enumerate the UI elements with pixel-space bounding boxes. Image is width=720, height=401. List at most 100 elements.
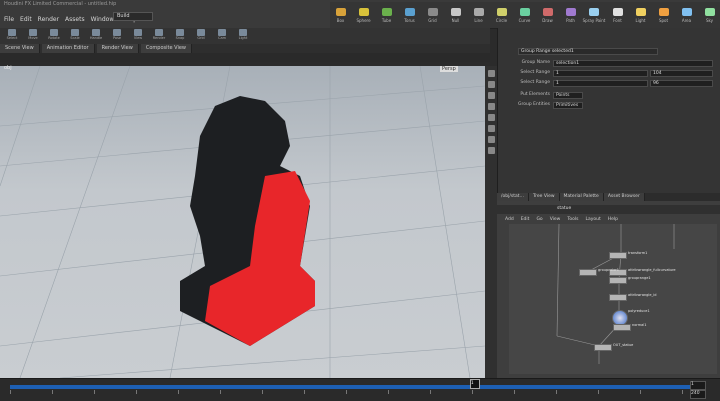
menu-render[interactable]: Render bbox=[38, 16, 59, 23]
shelf-tool-line[interactable]: Line bbox=[468, 2, 489, 28]
net-menu-tools[interactable]: Tools bbox=[567, 217, 578, 222]
tool-select[interactable]: Select bbox=[3, 29, 21, 43]
shelf-tool-sphere[interactable]: Sphere bbox=[353, 2, 374, 28]
node-OUT_statue[interactable] bbox=[594, 344, 612, 351]
tool-pose[interactable]: Pose bbox=[108, 29, 126, 43]
tool-scale[interactable]: Scale bbox=[66, 29, 84, 43]
normals-icon[interactable] bbox=[487, 147, 495, 154]
tab-asset-browser[interactable]: Asset Browser bbox=[603, 193, 645, 201]
shelf-tool-path[interactable]: Path bbox=[560, 2, 581, 28]
param-value[interactable]: selection1 bbox=[553, 60, 713, 67]
tool-row: Select Move Rotate Scale Handle Pose View Rende… bbox=[0, 28, 490, 44]
node-attribwrangle_id[interactable] bbox=[609, 294, 627, 301]
net-menu-layout[interactable]: Layout bbox=[585, 217, 600, 222]
param-value[interactable]: 1 bbox=[553, 80, 648, 87]
shelf-tool-box[interactable]: Box bbox=[330, 2, 351, 28]
net-menu-help[interactable]: Help bbox=[608, 217, 618, 222]
shelf-tool-grid[interactable]: Grid bbox=[422, 2, 443, 28]
node-normal1[interactable] bbox=[613, 324, 631, 331]
grid-icon[interactable] bbox=[487, 114, 495, 121]
net-menu-go[interactable]: Go bbox=[536, 217, 542, 222]
tool-label: Rotate bbox=[48, 36, 60, 40]
shelf-tool-spray-paint[interactable]: Spray Paint bbox=[583, 2, 605, 28]
move-icon bbox=[29, 29, 37, 36]
tool-grid[interactable]: Grid bbox=[192, 29, 210, 43]
tool-label: Light bbox=[238, 36, 248, 40]
param-value-end[interactable]: 96 bbox=[650, 80, 713, 87]
timeline-tick bbox=[598, 390, 599, 394]
shelf-tool-tube[interactable]: Tube bbox=[376, 2, 397, 28]
end-frame-field[interactable]: 240 bbox=[690, 390, 706, 399]
menu-edit[interactable]: Edit bbox=[20, 16, 32, 23]
param-dropdown[interactable]: Points bbox=[553, 92, 583, 99]
node-grouprange1[interactable] bbox=[609, 277, 627, 284]
net-menu-add[interactable]: Add bbox=[505, 217, 514, 222]
param-value-end[interactable]: 104 bbox=[650, 70, 713, 77]
node-groupcolor1[interactable] bbox=[579, 269, 597, 276]
shelf-tool-light[interactable]: Light bbox=[630, 2, 651, 28]
shelf-tool-draw[interactable]: Draw bbox=[537, 2, 558, 28]
null-icon bbox=[450, 7, 461, 16]
tool-move[interactable]: Move bbox=[24, 29, 42, 43]
start-frame-field[interactable]: 1 bbox=[690, 381, 706, 390]
node-label: attribwrangle_fullcurvature bbox=[628, 268, 676, 272]
tab-network[interactable]: /obj/stat… bbox=[497, 193, 530, 201]
shelf-tool-font[interactable]: Font bbox=[607, 2, 628, 28]
shelf-tool-sky[interactable]: Sky bbox=[699, 2, 720, 28]
param-dropdown[interactable]: Primitives bbox=[553, 102, 583, 109]
shelf-tool-spot[interactable]: Spot bbox=[653, 2, 674, 28]
camera-menu[interactable]: Persp bbox=[440, 66, 458, 72]
tab-render-view[interactable]: Render View bbox=[96, 44, 139, 53]
scene-viewport[interactable] bbox=[0, 66, 485, 378]
tab-composite-view[interactable]: Composite View bbox=[140, 44, 192, 53]
net-menu-view[interactable]: View bbox=[550, 217, 561, 222]
tool-view[interactable]: View bbox=[129, 29, 147, 43]
shelf-tool-torus[interactable]: Torus bbox=[399, 2, 420, 28]
menu-file[interactable]: File bbox=[4, 16, 14, 23]
camera-icon[interactable] bbox=[487, 125, 495, 132]
area-icon bbox=[681, 7, 692, 16]
lighting-icon[interactable] bbox=[487, 92, 495, 99]
network-path[interactable]: statue bbox=[557, 206, 571, 211]
node-transform1[interactable] bbox=[609, 252, 627, 259]
tube-icon bbox=[381, 7, 392, 16]
tool-light[interactable]: Light bbox=[234, 29, 252, 43]
tab-scene-view[interactable]: Scene View bbox=[0, 44, 40, 53]
menu-assets[interactable]: Assets bbox=[65, 16, 85, 23]
network-canvas[interactable]: transform1 attribwrangle_fullcurvature gro… bbox=[509, 224, 717, 374]
timeline-tick bbox=[556, 390, 557, 394]
param-label: Select Range bbox=[520, 80, 550, 85]
desktop-select[interactable]: Build bbox=[113, 12, 153, 21]
display-icon[interactable] bbox=[487, 70, 495, 77]
shelf-tool-area[interactable]: Area bbox=[676, 2, 697, 28]
shelf-tool-label: Line bbox=[474, 17, 483, 23]
shelf-tool-circle[interactable]: Circle bbox=[491, 2, 512, 28]
tool-handle[interactable]: Handle bbox=[87, 29, 105, 43]
handle-icon bbox=[92, 29, 100, 36]
shelf-tool-curve[interactable]: Curve bbox=[514, 2, 535, 28]
statue-model[interactable] bbox=[0, 66, 485, 378]
node-label: normal1 bbox=[632, 323, 647, 327]
timeline-tick bbox=[262, 390, 263, 394]
playhead[interactable]: 1 bbox=[470, 379, 480, 389]
tool-render[interactable]: Render bbox=[150, 29, 168, 43]
tab-animation-editor[interactable]: Animation Editor bbox=[41, 44, 95, 53]
snap-icon[interactable] bbox=[487, 103, 495, 110]
param-row: Group Entities Primitives bbox=[498, 102, 720, 110]
points-icon[interactable] bbox=[487, 136, 495, 143]
net-menu-edit[interactable]: Edit bbox=[521, 217, 530, 222]
tool-snap[interactable]: Snap bbox=[171, 29, 189, 43]
shelf-tool-null[interactable]: Null bbox=[445, 2, 466, 28]
tab-material-palette[interactable]: Material Palette bbox=[559, 193, 604, 201]
curve-icon bbox=[519, 7, 530, 16]
parameter-pane: Group Range selected1 Group Name selecti… bbox=[497, 28, 720, 193]
tool-cam[interactable]: Cam bbox=[213, 29, 231, 43]
timeline[interactable]: 1 1 240 bbox=[0, 378, 720, 401]
shelf-tool-label: Sky bbox=[705, 17, 714, 23]
param-value[interactable]: 1 bbox=[553, 70, 648, 77]
tab-tree-view[interactable]: Tree View bbox=[529, 193, 560, 201]
tool-rotate[interactable]: Rotate bbox=[45, 29, 63, 43]
wireframe-icon[interactable] bbox=[487, 81, 495, 88]
timeline-range-bar[interactable] bbox=[10, 385, 690, 389]
param-label: Put Elements bbox=[520, 92, 550, 97]
